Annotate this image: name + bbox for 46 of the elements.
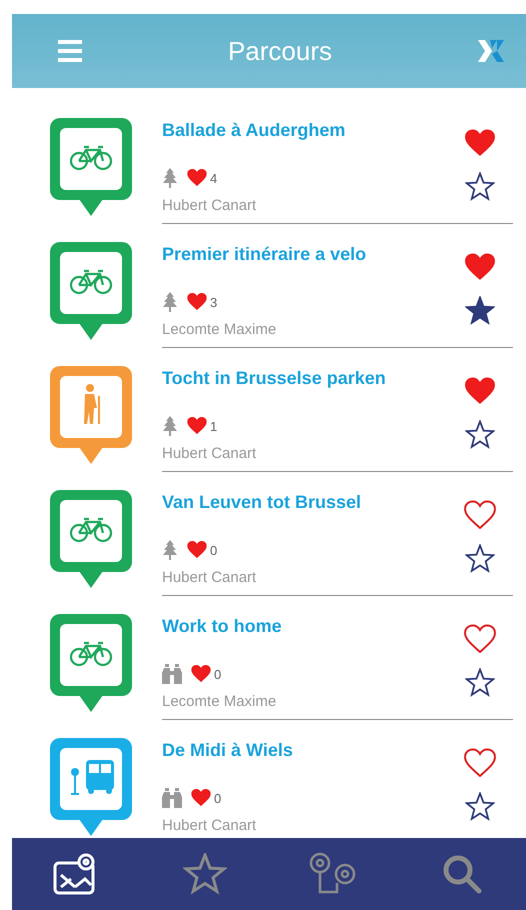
like-button[interactable] xyxy=(463,624,497,654)
tree-icon xyxy=(162,168,178,188)
route-title[interactable]: Van Leuven tot Brussel xyxy=(162,491,447,513)
like-button[interactable] xyxy=(463,252,497,282)
like-count: 0 xyxy=(210,542,218,558)
binoculars-icon xyxy=(162,788,182,808)
favorite-star-button[interactable] xyxy=(465,544,495,573)
like-count: 0 xyxy=(214,790,222,806)
heart-icon xyxy=(186,168,208,188)
like-count: 0 xyxy=(214,666,222,682)
route-title[interactable]: Ballade à Auderghem xyxy=(162,119,447,141)
route-title[interactable]: Work to home xyxy=(162,615,447,637)
heart-icon xyxy=(186,416,208,436)
route-title[interactable]: Premier itinéraire a velo xyxy=(162,243,447,265)
author-name: Hubert Canart xyxy=(162,445,258,463)
heart-icon xyxy=(186,292,208,312)
like-button[interactable] xyxy=(463,500,497,530)
heart-icon xyxy=(190,788,212,808)
author-name: Lecomte Maxime xyxy=(162,321,278,339)
favorite-star-button[interactable] xyxy=(465,668,495,697)
close-icon[interactable] xyxy=(478,40,504,62)
page-title: Parcours xyxy=(228,36,332,66)
like-count: 3 xyxy=(210,294,218,310)
author-name: Hubert Canart xyxy=(162,197,258,215)
like-count: 4 xyxy=(210,170,218,186)
author-name: Lecomte Maxime xyxy=(162,693,278,711)
like-button[interactable] xyxy=(463,748,497,778)
route-title[interactable]: Tocht in Brusselse parken xyxy=(162,367,447,389)
author-name: Hubert Canart xyxy=(162,817,258,835)
favorite-star-button[interactable] xyxy=(465,420,495,449)
like-button[interactable] xyxy=(463,376,497,406)
binoculars-icon xyxy=(162,664,182,684)
like-count: 1 xyxy=(210,418,218,434)
star-icon[interactable] xyxy=(182,853,227,895)
search-icon[interactable] xyxy=(440,853,483,895)
tree-icon xyxy=(162,416,178,436)
like-button[interactable] xyxy=(463,128,497,158)
favorite-star-button[interactable] xyxy=(465,792,495,821)
tree-icon xyxy=(162,292,178,312)
heart-icon xyxy=(186,540,208,560)
route-title[interactable]: De Midi à Wiels xyxy=(162,739,447,761)
favorite-star-button[interactable] xyxy=(465,296,495,325)
favorite-star-button[interactable] xyxy=(465,172,495,201)
author-name: Hubert Canart xyxy=(162,569,258,587)
tree-icon xyxy=(162,540,178,560)
heart-icon xyxy=(190,664,212,684)
